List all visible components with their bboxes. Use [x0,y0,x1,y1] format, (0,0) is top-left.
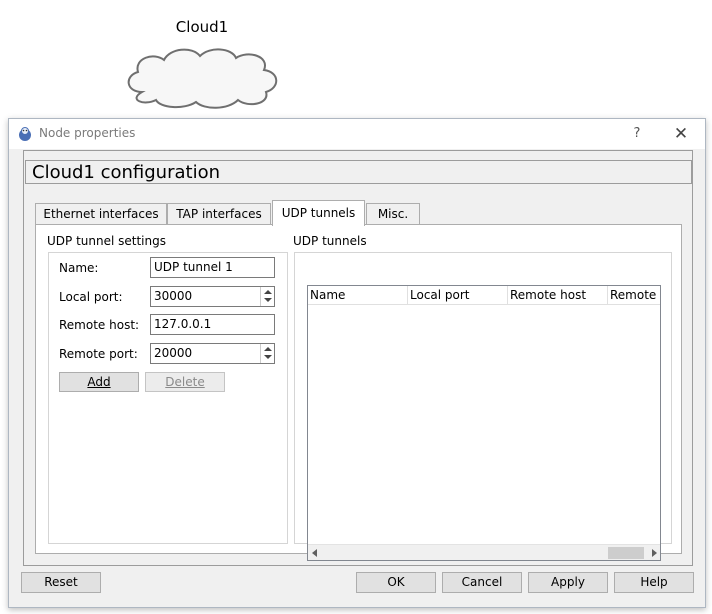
ok-button[interactable]: OK [356,572,436,593]
udp-tunnels-group: Name Local port Remote host Remote p [294,252,672,561]
config-title-box: Cloud1 configuration [25,160,692,184]
remote-host-input[interactable]: 127.0.0.1 [150,314,275,335]
tunnels-group-title: UDP tunnels [293,234,367,248]
delete-button[interactable]: Delete [145,372,225,392]
close-icon[interactable]: ✕ [669,124,693,144]
local-port-value: 30000 [154,289,193,303]
column-header-local-port[interactable]: Local port [408,286,508,305]
udp-tunnels-table[interactable]: Name Local port Remote host Remote p [307,285,661,561]
horizontal-scrollbar[interactable] [308,544,660,560]
remote-port-label: Remote port: [59,347,138,361]
node-properties-dialog: Node properties ? ✕ Cloud1 configuration… [8,118,706,608]
scrollbar-thumb[interactable] [608,547,644,559]
cloud-node-icon[interactable] [120,42,284,110]
node-label: Cloud1 [175,18,229,36]
remote-host-label: Remote host: [59,318,140,332]
udp-tunnels-panel: UDP tunnel settings Name: UDP tunnel 1 L… [35,224,682,561]
tab-misc[interactable]: Misc. [366,203,420,225]
udp-tunnel-settings-group: Name: UDP tunnel 1 Local port: 30000 Rem… [48,252,288,544]
local-port-spinbox[interactable]: 30000 [150,286,275,307]
spin-up-icon[interactable] [264,347,272,351]
name-label: Name: [59,261,99,275]
tab-udp-tunnels[interactable]: UDP tunnels [272,200,365,226]
scroll-left-icon[interactable] [312,549,317,557]
cancel-button[interactable]: Cancel [442,572,522,593]
column-header-name[interactable]: Name [308,286,408,305]
spin-up-icon[interactable] [264,290,272,294]
help-button[interactable]: Help [614,572,694,593]
scroll-right-icon[interactable] [652,549,657,557]
column-header-remote-port[interactable]: Remote p [608,286,660,305]
remote-port-spin-buttons[interactable] [260,344,274,363]
spin-down-icon[interactable] [264,298,272,302]
apply-button[interactable]: Apply [528,572,608,593]
local-port-label: Local port: [59,290,123,304]
help-icon[interactable]: ? [627,124,647,144]
name-input[interactable]: UDP tunnel 1 [150,257,275,278]
settings-group-title: UDP tunnel settings [47,234,166,248]
tab-ethernet-interfaces[interactable]: Ethernet interfaces [35,203,167,225]
delete-button-label: Delete [165,375,205,389]
local-port-spin-buttons[interactable] [260,287,274,306]
window-title: Node properties [39,126,136,140]
add-button-label: Add [87,375,111,389]
tab-tap-interfaces[interactable]: TAP interfaces [167,203,271,225]
column-header-remote-host[interactable]: Remote host [508,286,608,305]
remote-port-value: 20000 [154,346,193,360]
remote-port-spinbox[interactable]: 20000 [150,343,275,364]
spin-down-icon[interactable] [264,355,272,359]
add-button[interactable]: Add [59,372,139,392]
reset-button[interactable]: Reset [21,572,101,593]
title-bar[interactable]: Node properties ? ✕ [9,119,705,149]
config-title: Cloud1 configuration [32,162,220,183]
app-icon [19,127,31,141]
